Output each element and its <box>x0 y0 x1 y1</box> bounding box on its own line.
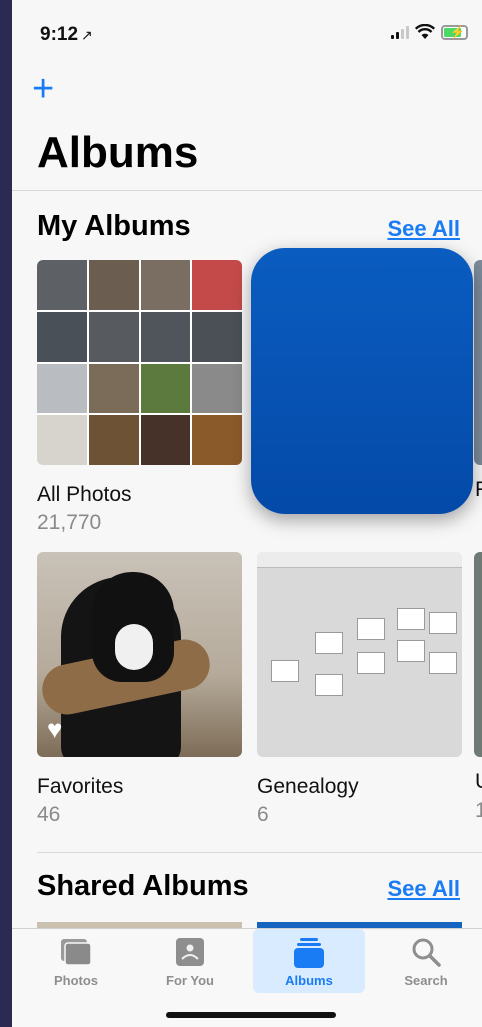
my-albums-heading: My Albums <box>37 210 191 242</box>
dragged-app-icon[interactable] <box>251 248 473 514</box>
tab-albums[interactable]: Albums <box>253 929 365 993</box>
album-name: All Photos <box>37 483 132 506</box>
page-title: Albums <box>37 128 199 177</box>
status-bar: 9:12 ↗ ⚡ <box>12 0 482 70</box>
battery-icon: ⚡ <box>441 24 468 40</box>
album-count: 6 <box>257 803 269 826</box>
tab-for-you[interactable]: For You <box>134 929 246 993</box>
album-name: F <box>475 478 482 501</box>
photos-icon <box>61 939 92 966</box>
album-thumbnail <box>257 552 462 757</box>
album-count: 46 <box>37 803 61 826</box>
album-count: 21,770 <box>37 511 102 534</box>
add-album-button[interactable]: + <box>32 70 54 108</box>
album-all-photos[interactable]: All Photos 21,770 <box>37 260 242 535</box>
album-name: Genealogy <box>257 775 359 798</box>
album-thumbnail: ♥ <box>37 552 242 757</box>
location-icon: ↗ <box>81 27 93 43</box>
for-you-icon <box>176 938 204 966</box>
album-name: U <box>475 770 482 794</box>
wifi-icon <box>415 24 435 39</box>
album-name: Favorites <box>37 775 124 798</box>
heart-icon: ♥ <box>47 714 63 744</box>
divider <box>12 190 482 191</box>
album-count: 1 <box>475 799 482 822</box>
tab-photos[interactable]: Photos <box>20 929 132 993</box>
status-icons: ⚡ <box>391 24 468 40</box>
divider <box>37 852 482 853</box>
album-peek-thumbnail[interactable] <box>474 260 482 465</box>
signal-icon <box>391 25 409 39</box>
status-time: 9:12 ↗ <box>40 24 93 45</box>
search-icon <box>412 938 441 967</box>
album-peek-thumbnail[interactable] <box>474 552 482 757</box>
home-indicator[interactable] <box>166 1012 336 1018</box>
album-favorites[interactable]: ♥ Favorites 46 <box>37 552 242 827</box>
my-albums-see-all-link[interactable]: See All <box>387 216 460 242</box>
shared-albums-see-all-link[interactable]: See All <box>387 876 460 902</box>
tab-search[interactable]: Search <box>370 929 482 993</box>
album-thumbnail <box>37 260 242 465</box>
album-genealogy[interactable]: Genealogy 6 <box>257 552 462 827</box>
albums-icon <box>294 938 324 968</box>
phone-screen: 9:12 ↗ ⚡ + Albums My Albums See All All … <box>12 0 482 1027</box>
shared-albums-heading: Shared Albums <box>37 870 249 902</box>
